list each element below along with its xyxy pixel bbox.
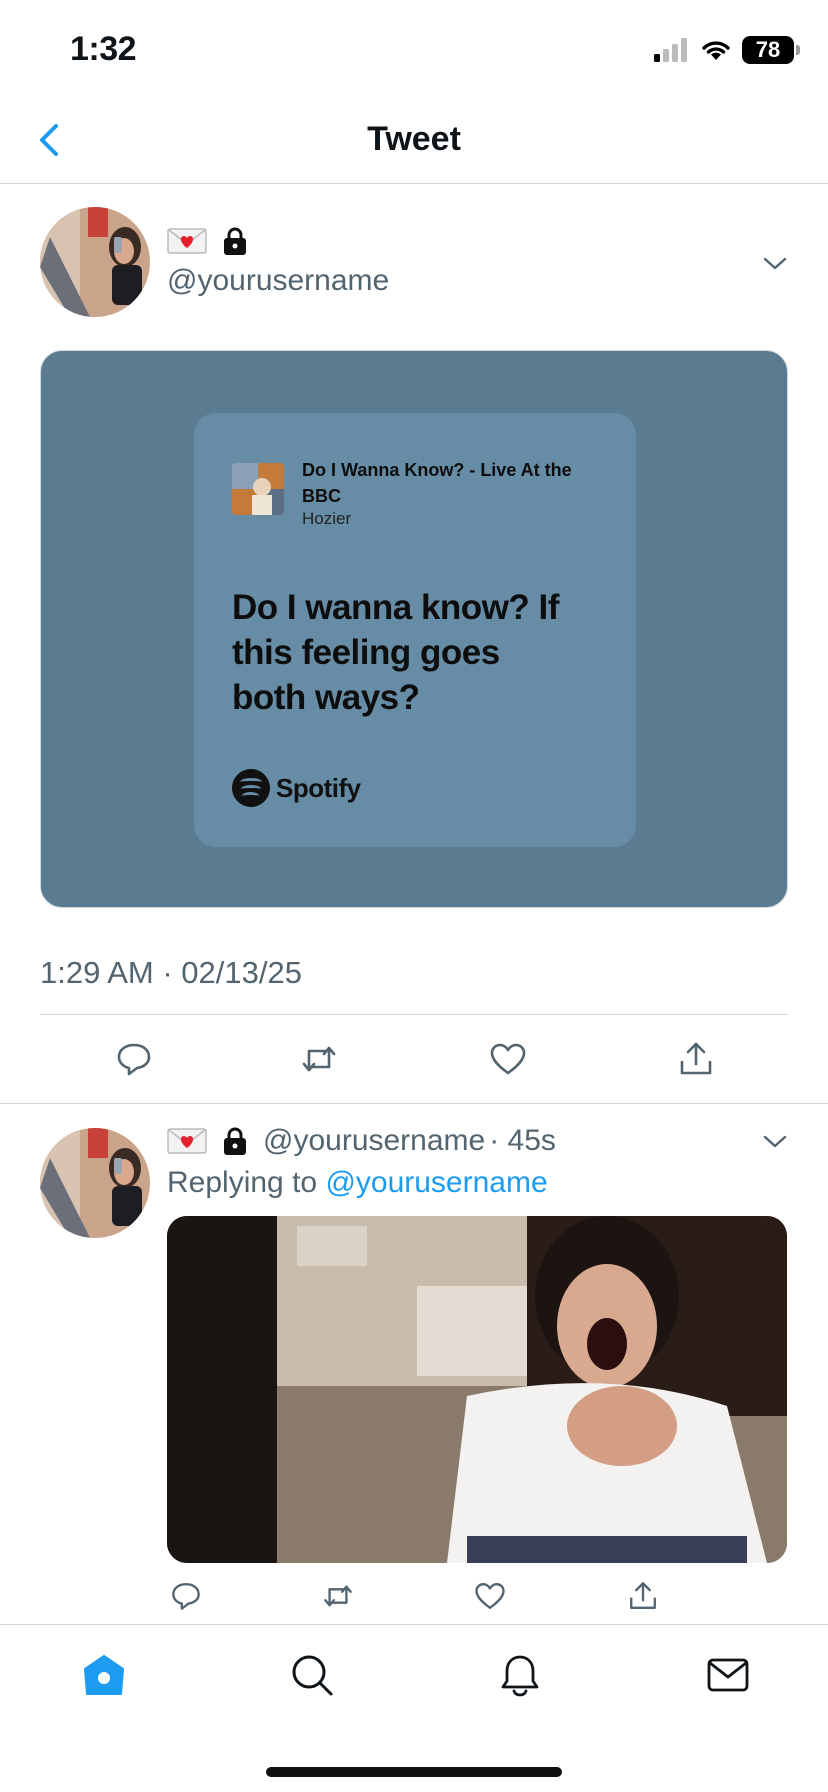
- bottom-tab-bar: [0, 1624, 828, 1792]
- love-letter-icon: [167, 1128, 207, 1154]
- home-icon[interactable]: [82, 1653, 126, 1697]
- reply-handle[interactable]: @yourusername: [263, 1124, 485, 1158]
- search-icon[interactable]: [290, 1653, 334, 1697]
- lock-icon: [224, 227, 246, 255]
- like-icon[interactable]: [489, 1040, 527, 1078]
- love-letter-icon: [167, 228, 207, 254]
- lyrics-text: Do I wanna know? If this feeling goes bo…: [232, 588, 559, 717]
- replying-mention-link[interactable]: @yourusername: [325, 1166, 547, 1199]
- divider: [40, 1014, 788, 1015]
- chevron-down-icon[interactable]: [760, 248, 790, 278]
- song-title: Do I Wanna Know? - Live At the BBC: [302, 460, 572, 506]
- reply-icon[interactable]: [170, 1580, 202, 1612]
- tweet-timestamp: 1:29 AM · 02/13/25: [40, 955, 302, 990]
- retweet-icon[interactable]: [300, 1040, 338, 1078]
- battery-icon: 78: [742, 36, 800, 64]
- chevron-down-icon[interactable]: [760, 1126, 790, 1156]
- notifications-icon[interactable]: [498, 1653, 542, 1697]
- avatar[interactable]: [40, 207, 150, 317]
- spotify-logo: Spotify: [232, 769, 361, 807]
- wifi-icon: [702, 41, 730, 60]
- share-icon[interactable]: [627, 1580, 659, 1612]
- reply-gif[interactable]: [167, 1216, 787, 1563]
- replying-prefix: Replying to: [167, 1166, 318, 1199]
- tweet-media[interactable]: Do I Wanna Know? - Live At the BBC Hozie…: [40, 350, 788, 908]
- spotify-lyrics-card: Do I Wanna Know? - Live At the BBC Hozie…: [194, 413, 636, 847]
- reply-icon[interactable]: [115, 1040, 153, 1078]
- status-bar: 1:32 78: [0, 0, 828, 96]
- page-title: Tweet: [367, 120, 461, 158]
- lock-icon: [224, 1127, 246, 1155]
- author-emojis: [167, 226, 249, 256]
- spotify-icon: [232, 769, 270, 807]
- spotify-wordmark: Spotify: [276, 772, 361, 803]
- avatar[interactable]: [40, 1128, 150, 1238]
- song-artist: Hozier: [302, 509, 352, 528]
- home-indicator: [266, 1767, 562, 1777]
- nav-header: Tweet: [0, 96, 828, 184]
- reply-header: @yourusername · 45s: [167, 1124, 556, 1158]
- avatar-photo: [40, 1128, 150, 1238]
- retweet-icon[interactable]: [322, 1580, 354, 1612]
- replying-to: Replying to @yourusername: [167, 1166, 548, 1200]
- cellular-signal-icon: [654, 38, 687, 62]
- album-art: [232, 463, 284, 515]
- status-icons: 78: [654, 34, 800, 66]
- reply-time: · 45s: [489, 1124, 556, 1157]
- author-handle[interactable]: @yourusername: [167, 264, 389, 298]
- messages-icon[interactable]: [706, 1653, 750, 1697]
- battery-level: 78: [755, 37, 781, 62]
- status-time: 1:32: [70, 30, 137, 68]
- share-icon[interactable]: [677, 1040, 715, 1078]
- avatar-photo: [40, 207, 150, 317]
- like-icon[interactable]: [474, 1580, 506, 1612]
- divider: [0, 1103, 828, 1104]
